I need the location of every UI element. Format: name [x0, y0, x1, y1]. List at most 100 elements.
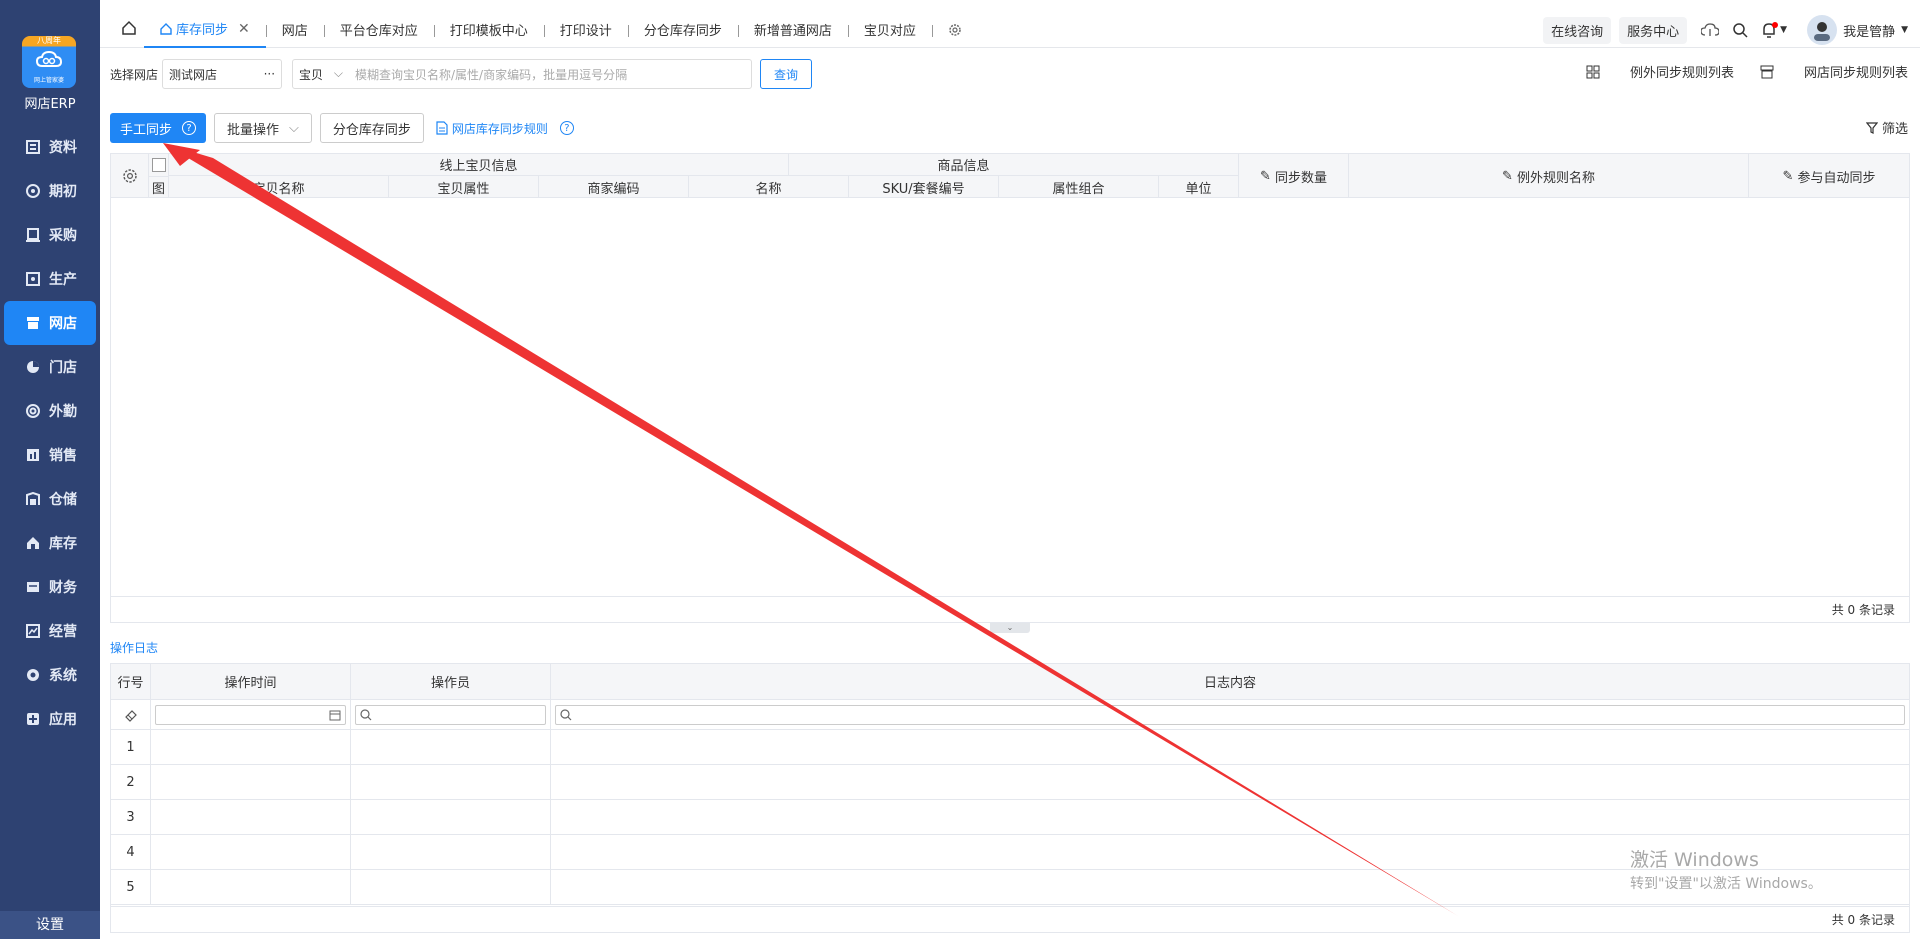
notification-dot — [1772, 22, 1779, 28]
col-unit[interactable]: 单位 — [1159, 176, 1239, 198]
sidebar-item-store[interactable]: 网店 — [4, 301, 96, 345]
app-icon — [25, 711, 41, 727]
sidebar-item-production[interactable]: 生产 — [0, 257, 100, 301]
col-item-attr[interactable]: 宝贝属性 — [389, 176, 539, 198]
sidebar-item-label: 仓储 — [49, 492, 77, 508]
help-icon[interactable]: ? — [559, 121, 574, 135]
more-icon[interactable]: ··· — [264, 67, 275, 81]
tab-item-mapping[interactable]: 宝贝对应 — [847, 12, 932, 48]
group-product-info: 商品信息 — [689, 154, 1239, 176]
tab-store[interactable]: 网店 — [265, 12, 324, 48]
sync-rule-link[interactable]: 网店库存同步规则 — [436, 120, 548, 137]
col-op-time[interactable]: 操作时间 — [151, 664, 351, 699]
exception-rules-link[interactable]: 例外同步规则列表 — [1586, 62, 1734, 81]
content-filter-cell — [551, 700, 1909, 729]
edit-icon: ✎ — [1782, 168, 1794, 184]
row-number: 2 — [111, 765, 151, 799]
sidebar-item-data[interactable]: 资料 — [0, 125, 100, 169]
col-sync-qty[interactable]: ✎ 同步数量 — [1239, 154, 1349, 198]
log-record-count: 共 0 条记录 — [111, 906, 1909, 932]
sidebar: 八周年 网上管家婆 网店ERP 资料 期初 采购 生产 网店 门店 外勤 销售 … — [0, 0, 100, 939]
operation-log-title: 操作日志 — [110, 641, 159, 655]
user-name[interactable]: 我是管静 — [1843, 21, 1895, 40]
table-row[interactable]: 1 — [111, 730, 1909, 765]
split-sync-button[interactable]: 分仓库存同步 — [319, 113, 424, 143]
service-center-button[interactable]: 服务中心 — [1619, 16, 1688, 44]
tab-inventory-sync[interactable]: 库存同步 ✕ — [144, 12, 266, 48]
sidebar-item-system[interactable]: 系统 — [0, 653, 100, 697]
col-auto-sync[interactable]: ✎ 参与自动同步 — [1749, 154, 1909, 198]
avatar[interactable] — [1807, 15, 1838, 45]
tab-split-sync[interactable]: 分仓库存同步 — [627, 12, 738, 48]
shop-select[interactable]: 测试网店 ··· — [162, 59, 283, 89]
online-consult-button[interactable]: 在线咨询 — [1543, 16, 1612, 44]
sidebar-item-sales[interactable]: 销售 — [0, 433, 100, 477]
row-cell — [151, 870, 351, 904]
sidebar-item-inventory[interactable]: 库存 — [0, 521, 100, 565]
help-icon[interactable]: ? — [182, 121, 197, 135]
col-sku[interactable]: SKU/套餐编号 — [849, 176, 999, 198]
manual-sync-button[interactable]: 手工同步 ? — [110, 113, 207, 143]
select-all-checkbox[interactable] — [149, 154, 169, 176]
column-settings[interactable] — [111, 154, 149, 198]
query-button[interactable]: 查询 — [760, 59, 813, 89]
bell-icon[interactable]: ▼ — [1762, 22, 1787, 38]
tab-settings[interactable] — [931, 12, 978, 48]
sidebar-item-purchase[interactable]: 采购 — [0, 213, 100, 257]
tab-new-store[interactable]: 新增普通网店 — [737, 12, 848, 48]
tab-platform-warehouse[interactable]: 平台仓库对应 — [323, 12, 434, 48]
col-merchant-code[interactable]: 商家编码 — [539, 176, 689, 198]
row-cell — [551, 800, 1909, 834]
sidebar-item-apps[interactable]: 应用 — [0, 697, 100, 741]
collapse-handle[interactable]: ⌄ — [990, 623, 1030, 633]
close-icon[interactable]: ✕ — [238, 21, 250, 37]
settings-button[interactable]: 设置 — [0, 911, 100, 939]
tab-print-design[interactable]: 打印设计 — [543, 12, 628, 48]
table-row[interactable]: 2 — [111, 765, 1909, 800]
tab-print-template[interactable]: 打印模板中心 — [433, 12, 544, 48]
col-product-name[interactable]: 名称 — [689, 176, 849, 198]
time-filter-input[interactable] — [155, 704, 346, 725]
operator-filter-input[interactable] — [355, 704, 546, 725]
search-type-select[interactable]: 宝贝 ⌵ — [293, 66, 349, 83]
filter-button[interactable]: 筛选 — [1865, 118, 1908, 137]
sidebar-item-label: 外勤 — [49, 404, 77, 420]
logo-subtitle: 网上管家婆 — [33, 77, 64, 84]
tab-label: 网店 — [281, 24, 308, 39]
topbar-actions: 在线咨询 服务中心 ▼ 我是管静 ▼ — [1535, 15, 1908, 45]
row-cell — [351, 835, 551, 869]
batch-operation-dropdown[interactable]: 批量操作 ⌵ — [214, 113, 312, 143]
chart-icon — [25, 623, 41, 639]
caret-down-icon[interactable]: ▼ — [1901, 25, 1908, 35]
sidebar-item-field[interactable]: 外勤 — [0, 389, 100, 433]
checkbox[interactable] — [151, 158, 166, 172]
finance-icon — [25, 579, 41, 595]
col-operator[interactable]: 操作员 — [351, 664, 551, 699]
sidebar-item-warehouse[interactable]: 仓储 — [0, 477, 100, 521]
sidebar-item-label: 应用 — [49, 712, 77, 728]
col-item-name[interactable]: 宝贝名称 — [169, 176, 389, 198]
table-row[interactable]: 3 — [111, 800, 1909, 835]
sidebar-item-label: 采购 — [49, 228, 77, 244]
sidebar-item-business[interactable]: 经营 — [0, 609, 100, 653]
shop-rules-link[interactable]: 网店同步规则列表 — [1760, 62, 1908, 81]
shop-label: 选择网店 — [110, 67, 159, 82]
content-filter-input[interactable] — [555, 704, 1905, 725]
inventory-icon — [25, 535, 41, 551]
tab-label: 分仓库存同步 — [643, 24, 722, 39]
col-log-content[interactable]: 日志内容 — [551, 664, 1909, 699]
col-attr-combo[interactable]: 属性组合 — [999, 176, 1159, 198]
filter-bar: 选择网店 测试网店 ··· 宝贝 ⌵ 模糊查询宝贝名称/属性/商家编码，批量用逗… — [110, 58, 813, 90]
sidebar-item-label: 系统 — [49, 668, 77, 684]
row-cell — [351, 730, 551, 764]
clear-filter-icon[interactable] — [111, 700, 151, 729]
sidebar-item-finance[interactable]: 财务 — [0, 565, 100, 609]
home-icon[interactable] — [114, 20, 144, 40]
search-input[interactable]: 模糊查询宝贝名称/属性/商家编码，批量用逗号分隔 — [349, 66, 627, 83]
sidebar-item-shop[interactable]: 门店 — [0, 345, 100, 389]
edit-icon: ✎ — [1502, 168, 1513, 184]
sidebar-item-opening[interactable]: 期初 — [0, 169, 100, 213]
cloud-download-icon[interactable] — [1701, 23, 1720, 37]
search-icon[interactable] — [1733, 22, 1748, 38]
col-exception-rule[interactable]: ✎ 例外规则名称 — [1349, 154, 1749, 198]
